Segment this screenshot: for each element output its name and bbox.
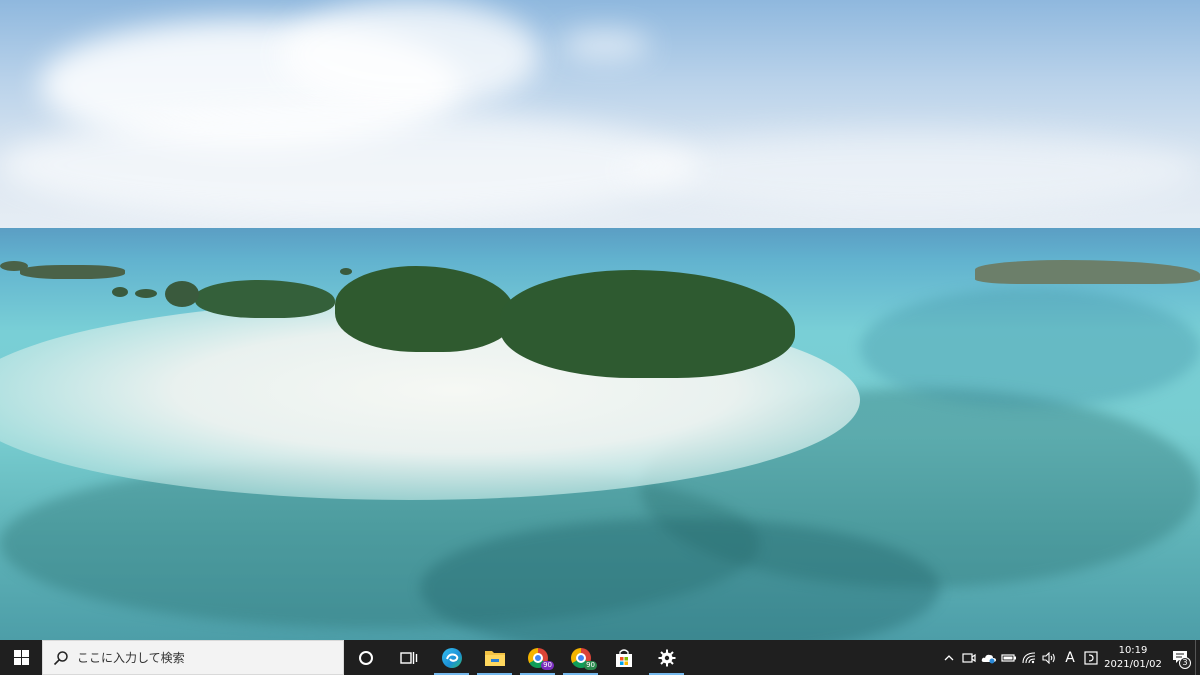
- task-view-button[interactable]: [387, 640, 430, 675]
- battery-icon: [1001, 653, 1016, 662]
- tray-volume[interactable]: [1039, 640, 1059, 675]
- gear-icon: [658, 649, 675, 666]
- search-input[interactable]: [77, 650, 343, 665]
- folder-icon: [484, 650, 505, 666]
- taskbar-app-settings[interactable]: [645, 640, 688, 675]
- taskbar-clock[interactable]: 10:19 2021/01/02: [1101, 644, 1165, 672]
- taskbar-app-chrome-1[interactable]: 90: [516, 640, 559, 675]
- chrome-profile-badge: 90: [584, 661, 597, 670]
- chevron-up-icon: [944, 654, 954, 660]
- tray-ime-mode[interactable]: [1081, 640, 1101, 675]
- camera-icon: [962, 652, 976, 663]
- taskbar-app-store[interactable]: [602, 640, 645, 675]
- store-bag-icon: [615, 648, 632, 667]
- cortana-icon: [358, 650, 373, 665]
- tray-battery[interactable]: [999, 640, 1019, 675]
- start-button[interactable]: [0, 640, 42, 675]
- wallpaper-sky: [0, 0, 1200, 230]
- clock-time: 10:19: [1118, 644, 1148, 656]
- notification-count-badge: 3: [1179, 657, 1191, 669]
- taskbar-search-box[interactable]: [42, 640, 344, 675]
- desktop-wallpaper: [0, 0, 1200, 640]
- clock-date: 2021/01/02: [1104, 658, 1162, 670]
- task-view-icon: [399, 651, 417, 664]
- speaker-icon: [1042, 651, 1055, 664]
- wifi-icon: [1022, 651, 1036, 663]
- action-center-button[interactable]: 3: [1165, 640, 1195, 675]
- cloud-sync-icon: [981, 654, 996, 663]
- windows-logo-icon: [13, 650, 29, 665]
- edge-icon: [441, 647, 462, 668]
- taskbar: 90 90: [0, 640, 1200, 675]
- system-tray: A 10:19 2021/01/02 3: [939, 640, 1200, 675]
- taskbar-app-chrome-2[interactable]: 90: [559, 640, 602, 675]
- ime-indicator[interactable]: A: [1059, 640, 1081, 675]
- taskbar-app-edge[interactable]: [430, 640, 473, 675]
- chrome-profile-badge: 90: [541, 661, 554, 670]
- cortana-button[interactable]: [344, 640, 387, 675]
- tray-onedrive[interactable]: [979, 640, 999, 675]
- ime-pad-icon: [1084, 650, 1098, 665]
- search-icon: [53, 650, 68, 665]
- tray-meet-now[interactable]: [959, 640, 979, 675]
- tray-network[interactable]: [1019, 640, 1039, 675]
- show-hidden-icons-button[interactable]: [939, 640, 959, 675]
- show-desktop-button[interactable]: [1195, 640, 1200, 675]
- taskbar-app-file-explorer[interactable]: [473, 640, 516, 675]
